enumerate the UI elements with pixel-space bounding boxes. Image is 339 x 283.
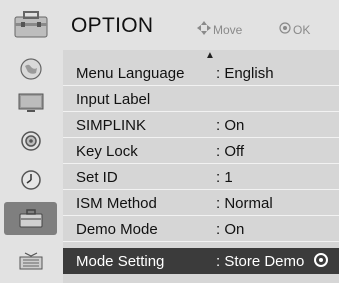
input-icon bbox=[19, 251, 42, 269]
menu-item-menu-language[interactable]: Menu Language : English bbox=[63, 60, 339, 86]
option-menu-osd: OPTION Move OK ▲ Menu Language : English… bbox=[0, 0, 339, 283]
menu-item-value: : Off bbox=[216, 143, 245, 160]
menu-item-value: : On bbox=[216, 221, 245, 238]
move-hint: Move bbox=[213, 23, 243, 37]
category-input[interactable] bbox=[4, 245, 57, 278]
menu-item-mode-setting[interactable]: Mode Setting : Store Demo bbox=[63, 248, 339, 274]
menu-item-label: Input Label bbox=[76, 91, 151, 108]
speaker-icon bbox=[20, 130, 41, 151]
menu-item-label: ISM Method bbox=[76, 195, 157, 212]
menu-item-input-label[interactable]: Input Label bbox=[63, 86, 339, 112]
menu-item-demo-mode[interactable]: Demo Mode : On bbox=[63, 216, 339, 242]
menu-item-label: Demo Mode bbox=[76, 221, 158, 238]
menu-item-value: : On bbox=[216, 117, 245, 134]
category-audio[interactable] bbox=[4, 124, 57, 157]
menu-item-value: : Normal bbox=[216, 195, 273, 212]
menu-item-key-lock[interactable]: Key Lock : Off bbox=[63, 138, 339, 164]
menu-item-label: Mode Setting bbox=[76, 253, 165, 270]
option-menu-list: ▲ Menu Language : English Input Label SI… bbox=[63, 50, 339, 283]
menu-item-ism-method[interactable]: ISM Method : Normal bbox=[63, 190, 339, 216]
menu-item-label: Menu Language bbox=[76, 65, 185, 82]
page-title: OPTION bbox=[71, 14, 154, 37]
menu-item-label: Set ID bbox=[76, 169, 118, 186]
toolbox-icon bbox=[19, 208, 42, 227]
menu-item-simplink[interactable]: SIMPLINK : On bbox=[63, 112, 339, 138]
globe-icon bbox=[19, 57, 42, 80]
menu-item-label: Key Lock bbox=[76, 143, 138, 160]
clock-icon bbox=[20, 169, 41, 190]
menu-item-set-id[interactable]: Set ID : 1 bbox=[63, 164, 339, 190]
ok-button-icon bbox=[279, 22, 291, 34]
category-option[interactable] bbox=[4, 202, 57, 235]
category-sidebar bbox=[0, 0, 64, 283]
menu-header: OPTION Move OK bbox=[63, 0, 339, 50]
toolbox-icon bbox=[14, 10, 47, 37]
menu-item-value: : 1 bbox=[216, 169, 233, 186]
ok-hint: OK bbox=[293, 23, 311, 37]
category-screen[interactable] bbox=[4, 86, 57, 119]
menu-item-value: : English bbox=[216, 65, 274, 82]
menu-item-value: : Store Demo bbox=[216, 253, 305, 270]
monitor-icon bbox=[18, 93, 43, 112]
category-picture[interactable] bbox=[4, 52, 57, 85]
menu-item-label: SIMPLINK bbox=[76, 117, 147, 134]
selected-radio-icon bbox=[314, 253, 328, 267]
move-arrows-icon bbox=[197, 21, 211, 35]
category-option-header bbox=[4, 8, 57, 41]
category-time[interactable] bbox=[4, 163, 57, 196]
